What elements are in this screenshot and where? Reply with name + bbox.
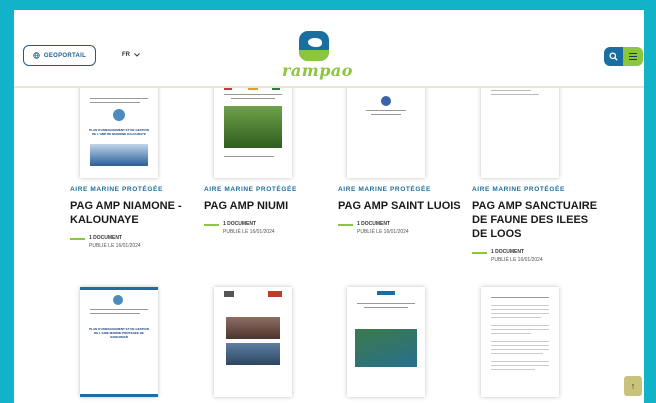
document-cover-niamone[interactable]: PLAN D'AMENAGEMENT ET DE GESTION DE L'AM… (80, 78, 158, 178)
card-title[interactable]: PAG AMP SANCTUAIRE DE FAUNE DES ILEES DE… (472, 199, 600, 241)
doc-count: 1 DOCUMENT (89, 235, 123, 241)
doc-count: 1 DOCUMENT (223, 221, 257, 227)
arrow-up-icon: ↑ (630, 381, 636, 391)
published-date: PUBLIÉ LE 16/01/2024 (89, 243, 141, 249)
meta-divider (472, 252, 487, 254)
scroll-top-button[interactable]: ↑ (624, 376, 642, 396)
site-header: GEOPORTAIL FR rampao (14, 10, 644, 88)
card-category: AIRE MARINE PROTÉGÉE (472, 186, 565, 193)
card-title[interactable]: PAG AMP SAINT LUOIS (338, 199, 466, 213)
globe-icon (33, 52, 40, 59)
language-label: FR (122, 52, 130, 58)
chevron-down-icon (134, 53, 140, 57)
document-cover-photos[interactable] (214, 287, 292, 397)
page-frame: GEOPORTAIL FR rampao PLAN D'AMENAGEMENT … (14, 10, 644, 403)
card-title[interactable]: PAG AMP NIAMONE - KALOUNAYE (70, 199, 198, 227)
cover-text: PLAN D'AMENAGEMENT ET DE GESTION DE L'AM… (89, 128, 149, 136)
meta-divider (204, 224, 219, 226)
card-category: AIRE MARINE PROTÉGÉE (338, 186, 431, 193)
language-selector[interactable]: FR (122, 52, 140, 58)
meta-divider (338, 224, 353, 226)
document-cover-sangomar[interactable]: PLAN D'AMENAGEMENT ET DE GESTION DE L'AI… (80, 287, 158, 397)
hamburger-icon (629, 52, 637, 62)
card-title[interactable]: PAG AMP NIUMI (204, 199, 332, 213)
meta-divider (70, 238, 85, 240)
document-cover-aerial[interactable] (347, 287, 425, 397)
search-icon (609, 52, 618, 61)
geoportail-button[interactable]: GEOPORTAIL (23, 45, 96, 66)
search-button[interactable] (604, 47, 623, 66)
published-date: PUBLIÉ LE 16/01/2024 (223, 229, 275, 235)
doc-count: 1 DOCUMENT (357, 221, 391, 227)
document-cover-saint-louis[interactable] (347, 78, 425, 178)
logo-mark (299, 31, 329, 61)
cover-text: PLAN D'AMENAGEMENT ET DE GESTION DE L'AI… (89, 327, 149, 339)
document-cover-loos[interactable] (481, 78, 559, 178)
logo-text: rampao (282, 61, 353, 80)
document-cover-text-page[interactable] (481, 287, 559, 397)
published-date: PUBLIÉ LE 16/01/2024 (491, 257, 543, 263)
card-category: AIRE MARINE PROTÉGÉE (70, 186, 163, 193)
rampao-logo[interactable]: rampao (282, 31, 352, 83)
geoportail-label: GEOPORTAIL (43, 52, 87, 59)
card-category: AIRE MARINE PROTÉGÉE (204, 186, 297, 193)
published-date: PUBLIÉ LE 16/01/2024 (357, 229, 409, 235)
document-cover-niumi[interactable] (214, 78, 292, 178)
doc-count: 1 DOCUMENT (491, 249, 525, 255)
menu-button[interactable] (623, 47, 643, 66)
